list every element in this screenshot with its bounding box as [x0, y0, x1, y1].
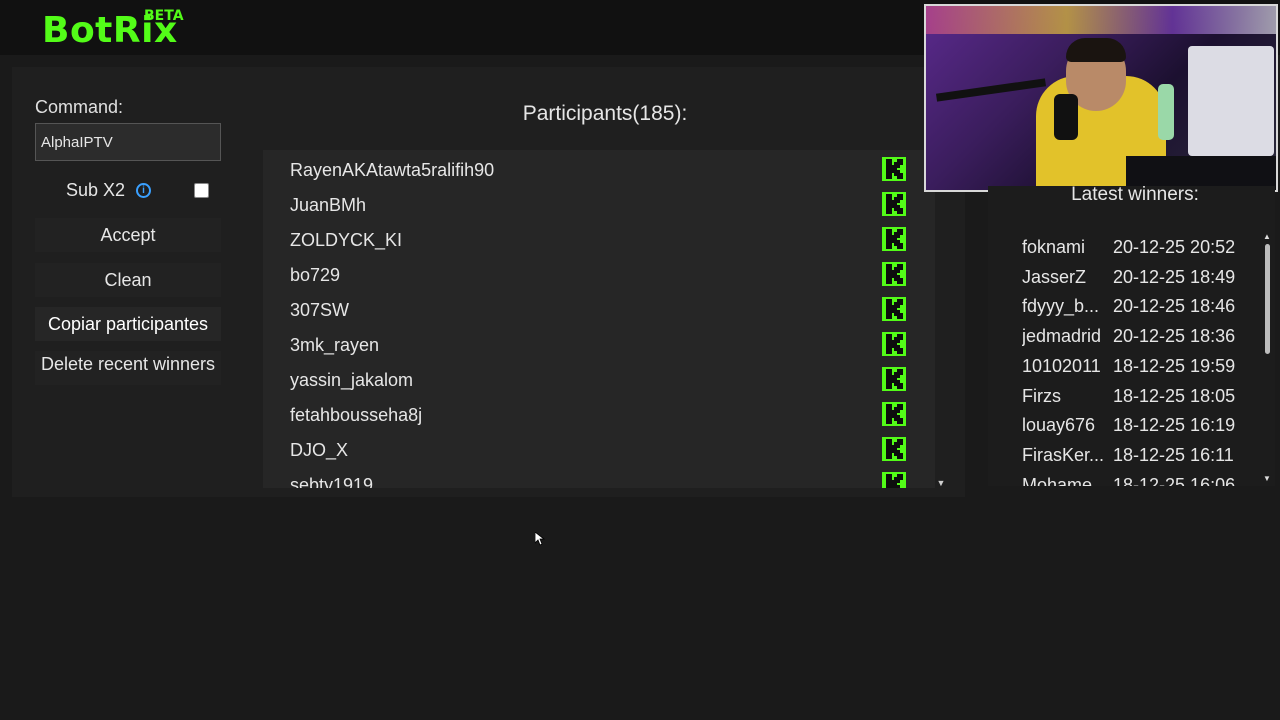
winner-name: Firzs [1022, 385, 1061, 406]
delete-recent-winners-button[interactable]: Delete recent winners [35, 351, 221, 385]
command-input[interactable] [35, 123, 221, 161]
winner-name: FirasKer... [1022, 444, 1105, 465]
winner-row[interactable]: Firzs 18-12-25 18:05 [1022, 382, 1252, 412]
subx2-label: Sub X2 [66, 180, 126, 200]
info-icon[interactable]: i [136, 183, 151, 198]
participant-name: 3mk_rayen [290, 335, 380, 355]
webcam-overlay [924, 4, 1278, 192]
winner-date: 20-12-25 18:36 [1113, 326, 1236, 347]
winner-row[interactable]: louay676 18-12-25 16:19 [1022, 411, 1252, 441]
participant-name: DJO_X [290, 440, 349, 460]
participant-row[interactable]: sebty1919 [263, 467, 935, 488]
winner-date: 18-12-25 16:11 [1113, 444, 1234, 465]
participants-list[interactable]: RayenAKAtawta5ralifih90 JuanBMh ZOLDYCK_KI… [263, 150, 935, 488]
participant-row[interactable]: JuanBMh [263, 187, 935, 222]
participant-row[interactable]: 307SW [263, 292, 935, 327]
scroll-up-arrow[interactable]: ▲ [1263, 232, 1271, 241]
winner-date: 18-12-25 19:59 [1113, 355, 1236, 376]
winner-name: Mohame... [1022, 474, 1107, 486]
copy-participants-button[interactable]: Copiar participantes [35, 307, 221, 341]
winner-name: foknami [1022, 237, 1086, 257]
winner-row[interactable]: 10102011 18-12-25 19:59 [1022, 352, 1252, 382]
kick-icon[interactable] [882, 402, 906, 426]
clean-button[interactable]: Clean [35, 263, 221, 297]
scroll-thumb[interactable] [1265, 244, 1270, 354]
participant-row[interactable]: yassin_jakalom [263, 362, 935, 397]
streamer-hair [1066, 38, 1126, 62]
winners-title: Latest winners: [1071, 184, 1199, 205]
kick-icon[interactable] [882, 262, 906, 286]
participant-name: bo729 [290, 265, 341, 285]
winner-row[interactable]: jedmadrid 20-12-25 18:36 [1022, 322, 1252, 352]
participant-name: JuanBMh [290, 195, 367, 215]
accept-button[interactable]: Accept [35, 218, 221, 252]
background-monitor [1188, 46, 1274, 156]
winner-date: 18-12-25 16:06 [1113, 474, 1236, 486]
winners-list[interactable]: foknami 20-12-25 20:52 JasserZ 20-12-25 18:… [990, 230, 1260, 486]
participant-row[interactable]: RayenAKAtawta5ralifih90 [263, 152, 935, 187]
participant-row[interactable]: fetahbousseha8j [263, 397, 935, 432]
participant-name: ZOLDYCK_KI [290, 230, 403, 250]
kick-icon[interactable] [882, 192, 906, 216]
participant-name: 307SW [290, 300, 350, 320]
participant-row[interactable]: 3mk_rayen [263, 327, 935, 362]
winner-date: 20-12-25 20:52 [1113, 237, 1236, 257]
beta-badge: BETA [144, 8, 184, 24]
kick-icon[interactable] [882, 157, 906, 181]
participant-name: RayenAKAtawta5ralifih90 [290, 160, 495, 180]
winner-name: fdyyy_b... [1022, 296, 1100, 317]
kick-icon[interactable] [882, 227, 906, 251]
winner-name: JasserZ [1022, 266, 1087, 287]
kick-icon[interactable] [882, 437, 906, 461]
scroll-down-arrow[interactable]: ▼ [935, 478, 947, 488]
winner-name: louay676 [1022, 415, 1096, 436]
winners-scrollbar[interactable]: ▲ ▼ [1263, 232, 1271, 483]
kick-icon[interactable] [882, 332, 906, 356]
participant-row[interactable]: ZOLDYCK_KI [263, 222, 935, 257]
scroll-down-arrow[interactable]: ▼ [1263, 474, 1271, 483]
participant-name: fetahbousseha8j [290, 405, 423, 425]
winner-date: 18-12-25 18:05 [1113, 385, 1236, 406]
participant-name: yassin_jakalom [290, 370, 414, 390]
winner-row[interactable]: Mohame... 18-12-25 16:06 [1022, 471, 1252, 486]
microphone [1054, 94, 1078, 140]
winner-row[interactable]: FirasKer... 18-12-25 16:11 [1022, 441, 1252, 471]
winner-row[interactable]: foknami 20-12-25 20:52 [1022, 233, 1252, 263]
winner-name: 10102011 [1022, 355, 1101, 376]
participants-title: Participants(185): [522, 102, 688, 125]
winner-name: jedmadrid [1022, 326, 1102, 347]
command-label: Command: [35, 97, 124, 117]
mic-arm [935, 78, 1047, 102]
kick-icon[interactable] [882, 472, 906, 488]
mouse-cursor-icon [535, 532, 545, 546]
kick-icon[interactable] [882, 297, 906, 321]
kick-icon[interactable] [882, 367, 906, 391]
bottle [1158, 84, 1174, 140]
winner-row[interactable]: fdyyy_b... 20-12-25 18:46 [1022, 292, 1252, 322]
subx2-checkbox[interactable] [194, 183, 209, 198]
winner-row[interactable]: JasserZ 20-12-25 18:49 [1022, 263, 1252, 293]
participant-name: sebty1919 [290, 475, 374, 488]
background-posters [926, 6, 1276, 34]
participant-row[interactable]: DJO_X [263, 432, 935, 467]
winner-date: 20-12-25 18:49 [1113, 266, 1236, 287]
winner-date: 18-12-25 16:19 [1113, 415, 1236, 436]
participant-row[interactable]: bo729 [263, 257, 935, 292]
winner-date: 20-12-25 18:46 [1113, 296, 1236, 317]
